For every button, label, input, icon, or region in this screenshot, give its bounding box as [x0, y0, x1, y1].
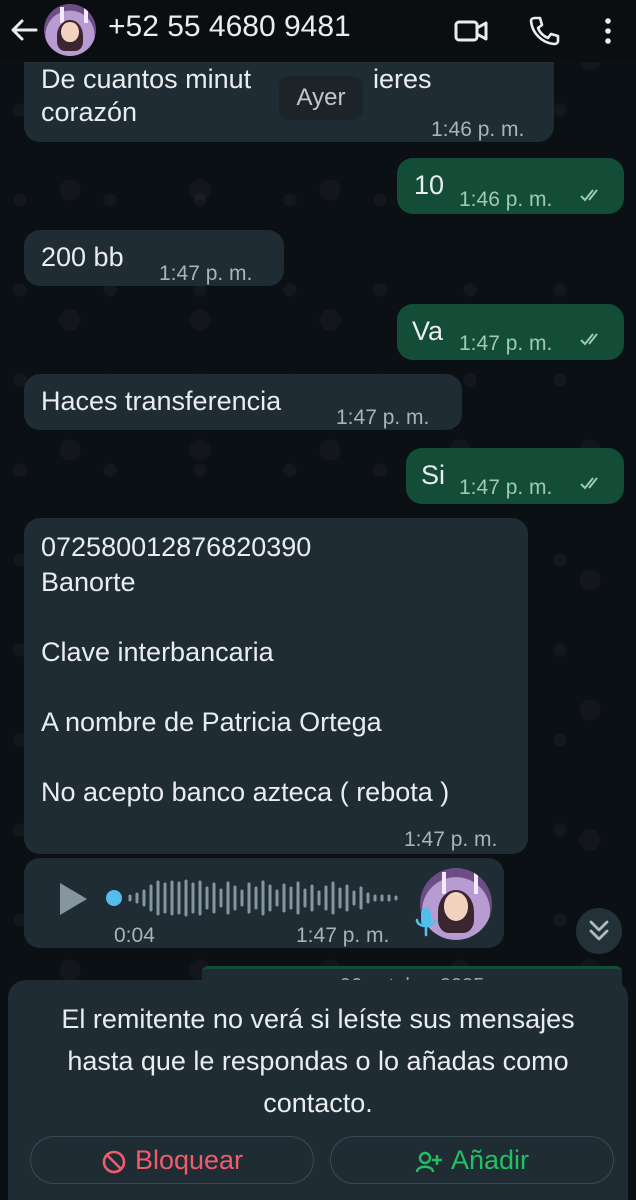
message-time: 1:46 p. m.: [459, 188, 553, 211]
microphone-icon: [415, 908, 437, 937]
message-time: 1:47 p. m.: [296, 924, 390, 947]
contact-name[interactable]: +52 55 4680 9481: [108, 10, 351, 44]
read-receipt-icon: [580, 189, 598, 202]
block-icon: [102, 1150, 126, 1174]
message-text: De cuantos minut: [41, 64, 252, 94]
message-text: Banorte: [41, 567, 136, 597]
double-chevron-down-icon: [589, 920, 609, 941]
message-text: Va: [412, 316, 444, 346]
message-text: 200 bb: [41, 242, 124, 272]
block-button-label: Bloquear: [134, 1145, 244, 1175]
message-bubble[interactable]: Si 1:47 p. m.: [406, 448, 624, 504]
message-text: No acepto banco azteca ( rebota ): [41, 777, 450, 807]
voice-waveform[interactable]: [102, 878, 402, 918]
message-text: ieres: [373, 64, 432, 94]
unknown-sender-notice: El remitente no verá si leíste sus mensa…: [8, 980, 628, 1200]
message-bubble[interactable]: 10 1:46 p. m.: [397, 158, 624, 214]
message-text: corazón: [41, 97, 138, 127]
back-arrow-icon[interactable]: [8, 14, 40, 46]
message-bubble[interactable]: 200 bb 1:47 p. m.: [24, 230, 284, 286]
message-bubble[interactable]: 072580012876820390 Banorte Clave interba…: [24, 518, 528, 854]
message-text: 072580012876820390: [41, 532, 312, 562]
message-time: 1:47 p. m.: [459, 332, 553, 355]
chat-header: +52 55 4680 9481: [0, 0, 636, 62]
phone-call-icon[interactable]: [526, 13, 562, 49]
add-contact-icon: [415, 1151, 442, 1173]
block-button[interactable]: Bloquear: [30, 1136, 314, 1184]
add-contact-button-label: Añadir: [450, 1145, 530, 1175]
message-text: Clave interbancaria: [41, 637, 274, 667]
more-options-icon[interactable]: [590, 13, 626, 49]
message-bubble[interactable]: Haces transferencia 1:47 p. m.: [24, 374, 462, 430]
message-text: Haces transferencia: [41, 386, 282, 416]
message-text: A nombre de Patricia Ortega: [41, 707, 382, 737]
contact-avatar[interactable]: [44, 4, 96, 56]
message-bubble[interactable]: Va 1:47 p. m.: [397, 304, 624, 360]
read-receipt-icon: [580, 477, 598, 490]
message-time: 1:47 p. m.: [459, 476, 553, 499]
read-receipt-icon: [580, 333, 598, 346]
message-time: 1:47 p. m.: [336, 406, 430, 429]
message-time: 1:46 p. m.: [431, 118, 525, 141]
add-contact-button[interactable]: Añadir: [330, 1136, 614, 1184]
voice-duration: 0:04: [114, 924, 155, 947]
message-text: Si: [421, 460, 446, 490]
video-call-icon[interactable]: [453, 13, 489, 49]
scroll-to-bottom-button[interactable]: [576, 908, 622, 954]
message-text: 10: [414, 170, 445, 200]
message-time: 1:47 p. m.: [404, 828, 498, 851]
message-time: 1:47 p. m.: [159, 262, 253, 285]
voice-message-bubble[interactable]: 0:04 1:47 p. m.: [24, 858, 504, 948]
play-icon[interactable]: [56, 880, 90, 918]
notice-text: El remitente no verá si leíste sus mensa…: [61, 1004, 575, 1118]
date-separator: Ayer: [279, 76, 363, 120]
